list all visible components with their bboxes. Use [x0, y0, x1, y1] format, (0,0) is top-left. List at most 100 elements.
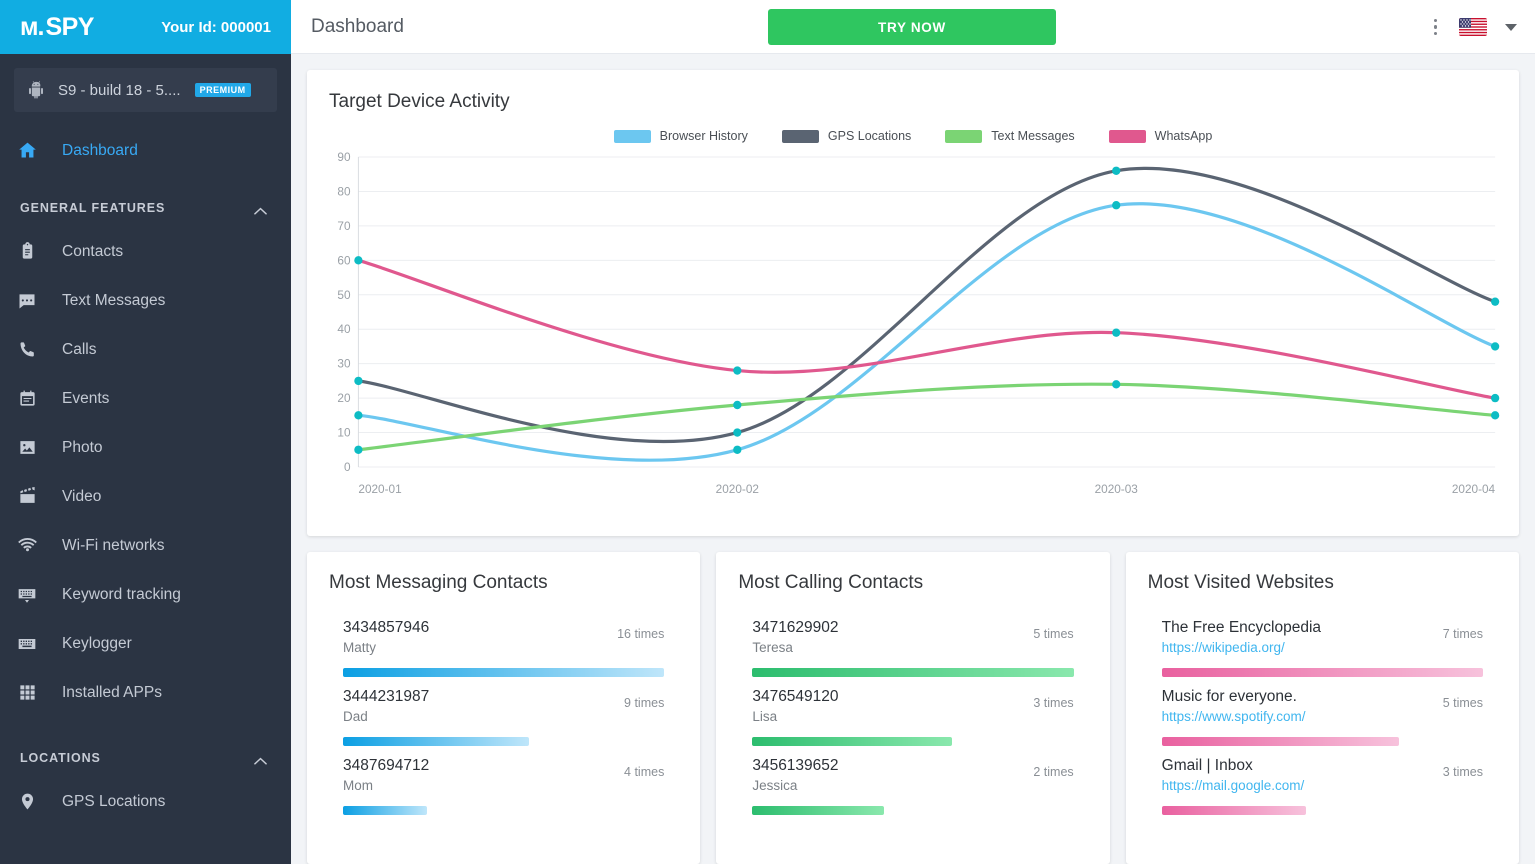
item-count-label: 5 times — [1442, 696, 1483, 711]
item-secondary-label[interactable]: https://mail.google.com/ — [1162, 777, 1305, 795]
legend-label: WhatsApp — [1154, 129, 1213, 143]
user-id-label: Your Id: 000001 — [161, 18, 271, 36]
item-secondary-label: Matty — [343, 639, 377, 655]
data-point[interactable] — [733, 445, 742, 454]
sidebar-item-label: Keylogger — [62, 634, 132, 652]
progress-track — [1161, 806, 1483, 816]
keyboard-icon — [14, 634, 40, 654]
data-point[interactable] — [733, 400, 742, 410]
panel-title: Most Messaging Contacts — [329, 572, 548, 593]
data-point[interactable] — [1112, 166, 1121, 175]
kebab-menu-icon[interactable] — [1430, 15, 1442, 40]
sidebar-group-locations[interactable]: LOCATIONS — [0, 717, 291, 777]
item-primary-label: 3456139652 — [752, 757, 839, 775]
progress-track — [343, 737, 664, 747]
sidebar: м. SPY Your Id: 000001 S9 - build 18 - 5… — [0, 0, 291, 864]
progress-track — [1161, 737, 1483, 747]
list-item[interactable]: 3487694712 Mom 4 times — [329, 746, 678, 816]
topbar-actions — [1430, 0, 1517, 54]
sidebar-item-installed-apps[interactable]: Installed APPs — [0, 668, 291, 717]
data-point[interactable] — [1112, 201, 1121, 210]
sidebar-item-dashboard[interactable]: Dashboard — [0, 126, 291, 175]
list-item[interactable]: 3476549120 Lisa 3 times — [738, 677, 1087, 747]
panel-title: Most Calling Contacts — [738, 572, 924, 593]
legend-swatch — [1108, 129, 1146, 143]
us-flag-icon[interactable] — [1459, 18, 1487, 36]
item-primary-label: 3476549120 — [752, 688, 839, 706]
main-content: Target Device Activity Browser History GP… — [291, 54, 1535, 864]
series-line-browser-history — [356, 202, 1497, 462]
sidebar-item-label: GPS Locations — [62, 792, 166, 810]
list-item[interactable]: 3434857946 Matty 16 times — [329, 608, 678, 678]
data-point[interactable] — [354, 256, 363, 265]
data-point[interactable] — [1112, 328, 1121, 337]
try-now-button[interactable]: TRY NOW — [768, 9, 1056, 45]
x-tick-label: 2020-01 — [358, 482, 402, 496]
progress-fill — [752, 806, 885, 816]
data-point[interactable] — [1491, 411, 1500, 420]
data-point[interactable] — [354, 411, 363, 420]
legend-swatch — [781, 129, 819, 143]
sidebar-group-general-features[interactable]: GENERAL FEATURES — [0, 175, 291, 227]
legend-item[interactable]: GPS Locations — [781, 129, 911, 143]
chevron-down-icon[interactable] — [1505, 23, 1517, 31]
item-count-label: 16 times — [617, 627, 665, 641]
list-item[interactable]: Gmail | Inbox https://mail.google.com/3 t… — [1148, 746, 1497, 816]
message-icon — [14, 291, 40, 311]
legend-item[interactable]: Text Messages — [945, 129, 1075, 143]
data-point[interactable] — [1112, 380, 1121, 389]
sidebar-group-label: GENERAL FEATURES — [20, 201, 166, 215]
list-item[interactable]: 3456139652 Jessica 2 times — [738, 746, 1087, 816]
legend-item[interactable]: WhatsApp — [1108, 129, 1213, 143]
sidebar-item-keyword-tracking[interactable]: Keyword tracking — [0, 570, 291, 619]
item-count-label: 7 times — [1442, 627, 1483, 641]
sidebar-item-calls[interactable]: Calls — [0, 325, 291, 374]
y-tick-label: 50 — [337, 288, 350, 302]
sidebar-item-photo[interactable]: Photo — [0, 423, 291, 472]
sidebar-item-keylogger[interactable]: Keylogger — [0, 619, 291, 668]
sidebar-item-gps-locations[interactable]: GPS Locations — [0, 777, 291, 826]
chevron-up-icon — [254, 204, 267, 215]
sidebar-item-events[interactable]: Events — [0, 374, 291, 423]
mspy-logo[interactable]: м. SPY — [20, 14, 94, 40]
item-secondary-label[interactable]: https://wikipedia.org/ — [1162, 639, 1321, 657]
panel-most-messaging-contacts: Most Messaging Contacts 3434857946 Matty 1… — [307, 552, 701, 864]
progress-fill — [343, 737, 530, 747]
series-line-gps-locations — [356, 166, 1497, 444]
item-secondary-label[interactable]: https://www.spotify.com/ — [1162, 708, 1306, 726]
progress-fill — [343, 806, 427, 816]
activity-line-chart: 0 10 20 30 40 50 60 70 80 90 2020-01 2020-02 2020-03… — [337, 150, 1500, 496]
sidebar-item-text-messages[interactable]: Text Messages — [0, 276, 291, 325]
data-point[interactable] — [1491, 342, 1500, 351]
sidebar-item-label: Installed APPs — [62, 683, 162, 701]
sidebar-item-contacts[interactable]: Contacts — [0, 227, 291, 276]
data-point[interactable] — [354, 376, 363, 386]
legend-item[interactable]: Browser History — [613, 129, 748, 143]
y-tick-label: 30 — [337, 357, 350, 371]
brand-bar: м. SPY Your Id: 000001 — [0, 0, 291, 54]
data-point[interactable] — [1491, 393, 1500, 403]
sidebar-item-label: Contacts — [62, 242, 124, 260]
data-point[interactable] — [1491, 297, 1500, 306]
item-count-label: 2 times — [1033, 765, 1074, 780]
x-tick-label: 2020-04 — [1452, 482, 1496, 496]
data-point[interactable] — [354, 445, 363, 454]
panel-title: Most Visited Websites — [1147, 572, 1334, 593]
sidebar-item-label: Calls — [62, 340, 97, 358]
wifi-icon — [14, 535, 40, 556]
list-item[interactable]: Music for everyone. https://www.spotify.c… — [1148, 677, 1497, 747]
contacts-icon — [14, 242, 40, 261]
y-tick-label: 60 — [337, 253, 350, 267]
messaging-rows: 3434857946 Matty 16 times 3444231987 Dad 9 ti… — [329, 608, 678, 816]
data-point[interactable] — [733, 428, 742, 437]
chart-plot-area: 0 10 20 30 40 50 60 70 80 90 2020-01 2020-02 2020-03… — [323, 149, 1503, 509]
device-selector[interactable]: S9 - build 18 - 5.... PREMIUM — [14, 68, 277, 112]
list-item[interactable]: The Free Encyclopedia https://wikipedia.o… — [1148, 608, 1497, 678]
data-point[interactable] — [733, 366, 742, 375]
progress-fill — [752, 668, 1074, 678]
item-primary-label: 3471629902 — [752, 619, 839, 636]
list-item[interactable]: 3471629902 Teresa 5 times — [738, 608, 1087, 678]
sidebar-item-video[interactable]: Video — [0, 472, 291, 521]
list-item[interactable]: 3444231987 Dad 9 times — [329, 677, 678, 747]
sidebar-item-wifi-networks[interactable]: Wi-Fi networks — [0, 521, 291, 570]
